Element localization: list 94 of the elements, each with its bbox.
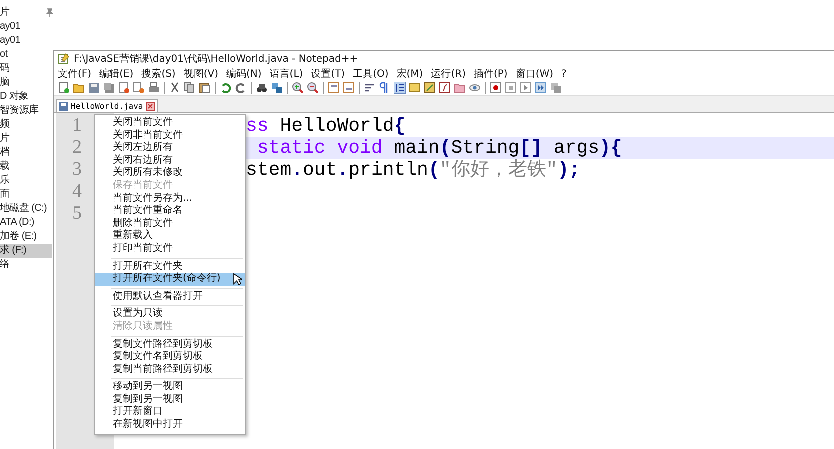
redo-icon[interactable]: [235, 82, 247, 94]
menu-item[interactable]: 编码(N): [226, 67, 262, 81]
context-menu-item[interactable]: 打印当前文件: [95, 242, 245, 256]
cut-icon[interactable]: [169, 82, 181, 94]
menu-item[interactable]: ?: [562, 68, 567, 80]
folder-list-item[interactable]: 片: [0, 6, 52, 20]
folder-list-item[interactable]: 频: [0, 118, 52, 132]
context-menu-item[interactable]: 关闭右边所有: [95, 154, 245, 168]
context-menu-item[interactable]: 打开新窗口: [95, 406, 245, 420]
line-number: 2: [72, 137, 83, 159]
context-menu-item[interactable]: 复制文件路径到剪切板: [95, 338, 245, 352]
context-menu-item[interactable]: 移动到另一视图: [95, 381, 245, 394]
play-multiple-icon[interactable]: [535, 82, 547, 94]
folder-list-item[interactable]: 面: [0, 188, 52, 202]
folder-list-item[interactable]: 乐: [0, 174, 52, 188]
context-menu-item[interactable]: 使用默认查看器打开: [95, 290, 245, 304]
folder-list-item[interactable]: 片: [0, 132, 52, 146]
window-title: F:\JavaSE营销课\day01\代码\HelloWorld.java - Notepad++: [74, 52, 358, 66]
file-tab[interactable]: HelloWorld.java: [56, 99, 158, 112]
folder-list-item[interactable]: ot: [0, 48, 52, 62]
function-list-icon[interactable]: [439, 82, 451, 94]
folder-list-item[interactable]: ay01: [0, 34, 52, 48]
save-macro-icon[interactable]: [550, 82, 562, 94]
menu-item[interactable]: 插件(P): [474, 67, 508, 81]
record-icon[interactable]: [490, 82, 502, 94]
map-icon[interactable]: [424, 82, 436, 94]
play-icon[interactable]: [520, 82, 532, 94]
context-menu-item[interactable]: 关闭当前文件: [95, 117, 245, 130]
close-icon[interactable]: [146, 102, 156, 110]
save-all-icon[interactable]: [103, 82, 115, 94]
folder-list-item[interactable]: ATA (D:): [0, 216, 52, 230]
menu-item[interactable]: 视图(V): [184, 67, 218, 81]
context-menu-item[interactable]: 复制当前路径到剪切板: [95, 364, 245, 376]
context-menu-item[interactable]: 当前文件另存为...: [95, 192, 245, 206]
context-menu-item[interactable]: 关闭非当前文件: [95, 130, 245, 142]
menu-item[interactable]: 运行(R): [431, 67, 466, 81]
folder-list-item[interactable]: 码: [0, 62, 52, 76]
menu-item[interactable]: 文件(F): [58, 67, 92, 81]
context-menu-item[interactable]: 打开所在文件夹(命令行): [95, 273, 245, 286]
zoom-out-icon[interactable]: [307, 82, 319, 94]
save-icon: [59, 102, 68, 110]
code-line: static void main(String[] args){: [256, 137, 622, 159]
save-icon[interactable]: [88, 82, 100, 94]
folder-list-item[interactable]: ay01: [0, 20, 52, 34]
folder-list-item[interactable]: 档: [0, 146, 52, 160]
folder-list-item[interactable]: D 对象: [0, 90, 52, 104]
menu-item[interactable]: 语言(L): [270, 67, 304, 81]
indent-guide-icon[interactable]: [394, 82, 406, 94]
binoculars-icon[interactable]: [256, 82, 268, 94]
sync-vertical-icon[interactable]: [328, 82, 340, 94]
context-menu-item[interactable]: 复制文件名到剪切板: [95, 351, 245, 364]
context-menu-item[interactable]: 设置为只读: [95, 308, 245, 321]
folder-list-item[interactable]: 地磁盘 (C:): [0, 202, 52, 216]
context-menu-item[interactable]: 当前文件重命名: [95, 205, 245, 218]
panel-icon[interactable]: [409, 82, 421, 94]
menu-item[interactable]: 工具(O): [353, 67, 389, 81]
folder-list-item[interactable]: 脑: [0, 76, 52, 90]
context-menu-item[interactable]: 重新载入: [95, 230, 245, 243]
new-file-icon[interactable]: [58, 82, 70, 94]
line-number: 5: [72, 203, 83, 225]
eye-icon[interactable]: [469, 82, 481, 94]
code-line: ss HelloWorld{: [246, 115, 406, 137]
context-menu-item[interactable]: 关闭左边所有: [95, 142, 245, 155]
folder-list-item[interactable]: 载: [0, 160, 52, 174]
menu-item[interactable]: 搜索(S): [142, 67, 176, 81]
context-menu-item[interactable]: 复制到另一视图: [95, 394, 245, 406]
context-menu-item[interactable]: 在新视图中打开: [95, 419, 245, 432]
paste-icon[interactable]: [199, 82, 211, 94]
line-number: 1: [72, 115, 83, 137]
folder-list-item-selected[interactable]: 求 (F:): [0, 244, 52, 258]
menu-item[interactable]: 设置(T): [311, 67, 346, 81]
context-menu-item[interactable]: 关闭所有未修改: [95, 167, 245, 180]
context-menu-item[interactable]: 打开所在文件夹: [95, 260, 245, 274]
menu-item[interactable]: 窗口(W): [516, 67, 554, 81]
print-icon[interactable]: [148, 82, 160, 94]
code-line: stem.out.println("你好，老铁");: [246, 159, 580, 181]
mouse-pointer-icon: [233, 273, 242, 286]
folder-list-item[interactable]: 络: [0, 258, 52, 272]
menu-item[interactable]: 宏(M): [396, 67, 424, 81]
menu-item[interactable]: 编辑(E): [100, 67, 134, 81]
word-wrap-icon[interactable]: [364, 82, 376, 94]
undo-icon[interactable]: [220, 82, 232, 94]
zoom-in-icon[interactable]: [292, 82, 304, 94]
stop-icon[interactable]: [505, 82, 517, 94]
folder-list-item[interactable]: 智资源库: [0, 104, 52, 118]
line-number: 3: [72, 159, 83, 181]
close-file-icon[interactable]: [118, 82, 130, 94]
close-all-icon[interactable]: [133, 82, 145, 94]
replace-icon[interactable]: [271, 82, 283, 94]
sync-horizontal-icon[interactable]: [343, 82, 355, 94]
copy-icon[interactable]: [184, 82, 196, 94]
line-number: 4: [72, 181, 83, 203]
context-menu-item[interactable]: 删除当前文件: [95, 218, 245, 230]
folder-list-item[interactable]: 加卷 (E:): [0, 230, 52, 244]
